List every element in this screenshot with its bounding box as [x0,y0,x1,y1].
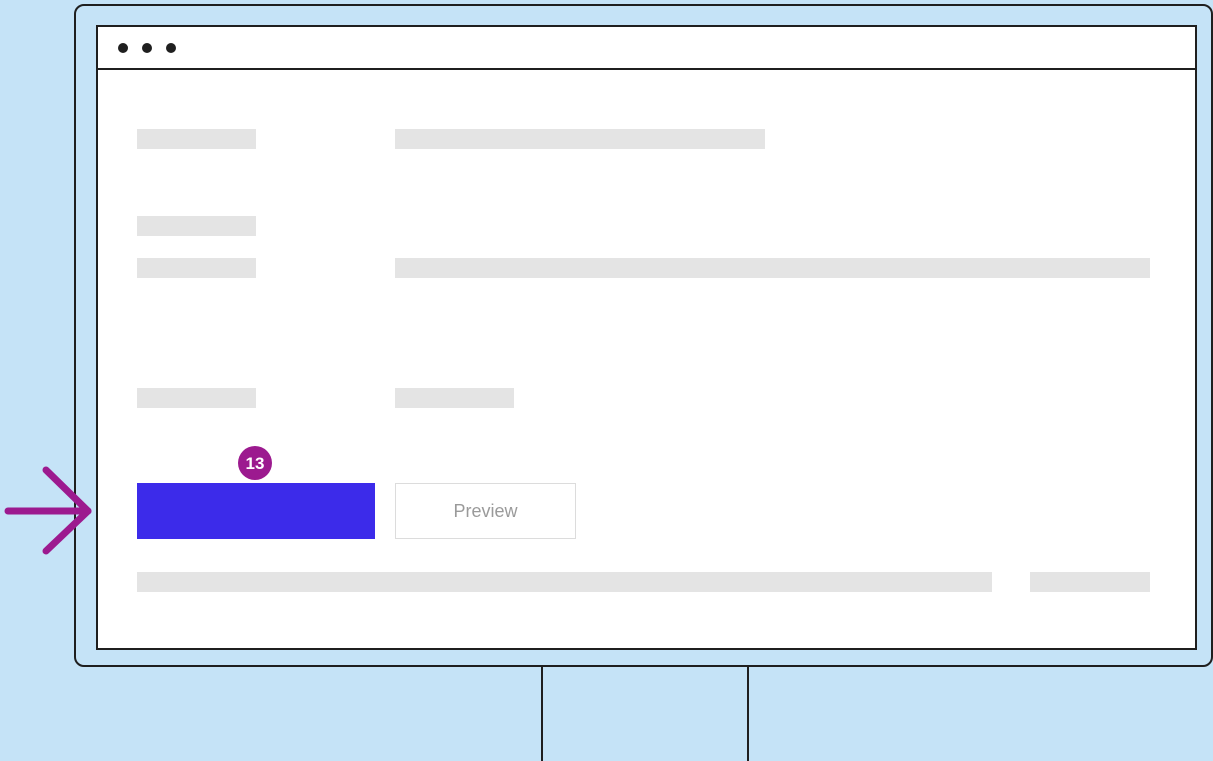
window-title-bar [98,27,1195,70]
primary-action-button[interactable] [137,483,375,539]
section-heading-placeholder [137,216,256,236]
arrow-right-icon [4,466,92,555]
window-dot-icon [142,43,152,53]
monitor-stand [541,667,749,761]
field-value-placeholder [395,258,1150,278]
footer-text-placeholder [137,572,992,592]
field-label-placeholder [137,258,256,278]
step-number-badge: 13 [238,446,272,480]
field-label-placeholder [137,129,256,149]
field-value-placeholder [395,388,514,408]
footer-link-placeholder [1030,572,1150,592]
window-dot-icon [118,43,128,53]
browser-window: Preview [96,25,1197,650]
window-dot-icon [166,43,176,53]
preview-button[interactable]: Preview [395,483,576,539]
field-label-placeholder [137,388,256,408]
field-value-placeholder [395,129,765,149]
